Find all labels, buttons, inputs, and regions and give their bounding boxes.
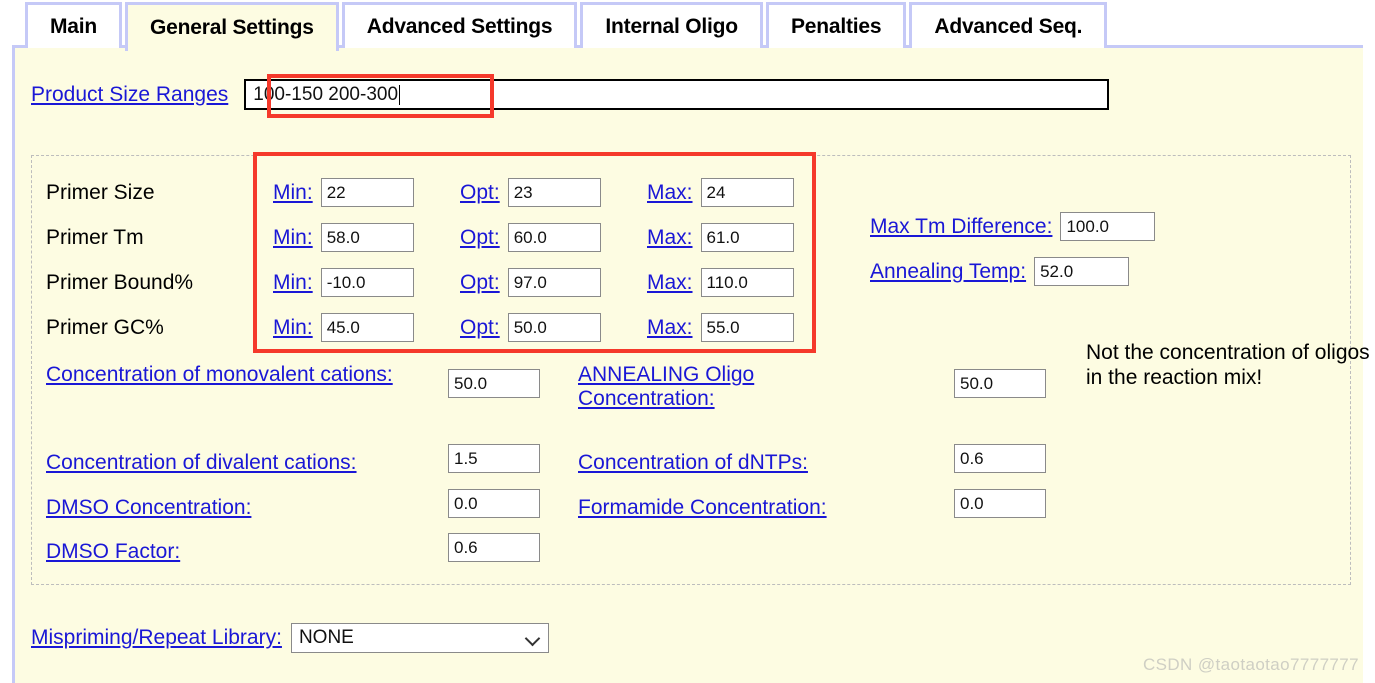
primer-bound-max-cell: Max: 110.0 [647, 268, 834, 297]
tab-advanced-settings-label: Advanced Settings [366, 14, 553, 38]
min-label[interactable]: Min: [273, 316, 313, 340]
tab-main-label: Main [50, 14, 98, 38]
opt-label[interactable]: Opt: [460, 316, 500, 340]
tab-internal-oligo[interactable]: Internal Oligo [580, 2, 763, 48]
mispriming-library-selected-value: NONE [298, 627, 354, 648]
primer-bound-min-cell: Min: -10.0 [273, 268, 460, 297]
dmso-factor-label[interactable]: DMSO Factor: [46, 540, 180, 564]
primer-gc-max-cell: Max: 55.0 [647, 313, 834, 342]
tab-main[interactable]: Main [25, 2, 123, 48]
annealing-temp-row: Annealing Temp: 52.0 [870, 257, 1130, 286]
primer-bound-label: Primer Bound% [46, 270, 194, 294]
formamide-concentration-label[interactable]: Formamide Concentration: [578, 496, 827, 520]
max-tm-difference-row: Max Tm Difference: 100.0 [870, 212, 1156, 241]
primer-size-max-cell: Max: 24 [647, 178, 834, 207]
oligo-concentration-note: Not the concentration of oligos in the r… [1086, 341, 1370, 389]
divalent-cations-input[interactable]: 1.5 [448, 444, 540, 473]
annealing-oligo-concentration-input[interactable]: 50.0 [954, 369, 1046, 398]
max-label[interactable]: Max: [647, 226, 693, 250]
primer-bound-row: Primer Bound% Min: -10.0 Opt: 97.0 Max: [46, 260, 834, 305]
min-label[interactable]: Min: [273, 181, 313, 205]
tab-penalties[interactable]: Penalties [765, 2, 907, 48]
primer-tm-row: Primer Tm Min: 58.0 Opt: 60.0 Max: 61.0 [46, 215, 834, 260]
dmso-factor-input[interactable]: 0.6 [448, 533, 540, 562]
monovalent-cations-label[interactable]: Concentration of monovalent cations: [46, 363, 396, 387]
primer-parameters-fieldset: Primer Size Min: 22 Opt: 23 Max: 24 Prim… [31, 155, 1370, 585]
primer-tm-max-cell: Max: 61.0 [647, 223, 834, 252]
mispriming-library-label[interactable]: Mispriming/Repeat Library: [31, 626, 282, 650]
tab-advanced-seq-label: Advanced Seq. [934, 14, 1083, 38]
opt-label[interactable]: Opt: [460, 271, 500, 295]
primer-gc-opt-cell: Opt: 50.0 [460, 313, 647, 342]
monovalent-cations-input[interactable]: 50.0 [448, 369, 540, 398]
primer-size-min-cell: Min: 22 [273, 178, 460, 207]
primer-bound-opt-input[interactable]: 97.0 [507, 268, 601, 297]
primer-gc-min-cell: Min: 45.0 [273, 313, 460, 342]
min-label[interactable]: Min: [273, 226, 313, 250]
max-label[interactable]: Max: [647, 316, 693, 340]
tab-general-settings-label: General Settings [150, 16, 314, 39]
annealing-oligo-concentration-label[interactable]: ANNEALING Oligo Concentration: [578, 363, 838, 410]
formamide-concentration-input[interactable]: 0.0 [954, 489, 1046, 518]
dmso-concentration-input[interactable]: 0.0 [448, 489, 540, 518]
primer-size-opt-cell: Opt: 23 [460, 178, 647, 207]
primer-tm-max-input[interactable]: 61.0 [700, 223, 794, 252]
primer-gc-min-input[interactable]: 45.0 [320, 313, 414, 342]
primer-gc-max-input[interactable]: 55.0 [700, 313, 794, 342]
primer-size-opt-input[interactable]: 23 [507, 178, 601, 207]
product-size-ranges-input[interactable]: 100-150 200-300 [244, 79, 1110, 110]
primer-bound-max-input[interactable]: 110.0 [700, 268, 794, 297]
chevron-down-icon [526, 631, 540, 645]
opt-label[interactable]: Opt: [460, 181, 500, 205]
primer-tm-opt-cell: Opt: 60.0 [460, 223, 647, 252]
dntps-concentration-label[interactable]: Concentration of dNTPs: [578, 451, 808, 475]
primer-tm-opt-input[interactable]: 60.0 [507, 223, 601, 252]
primer-tm-min-cell: Min: 58.0 [273, 223, 460, 252]
annealing-temp-input[interactable]: 52.0 [1034, 257, 1130, 286]
tab-advanced-seq[interactable]: Advanced Seq. [909, 2, 1108, 48]
max-label[interactable]: Max: [647, 271, 693, 295]
mispriming-library-select[interactable]: NONE [290, 623, 549, 653]
tab-bar: Main General Settings Advanced Settings … [0, 0, 1375, 51]
text-caret [399, 84, 401, 105]
primer-bound-opt-cell: Opt: 97.0 [460, 268, 647, 297]
opt-label[interactable]: Opt: [460, 226, 500, 250]
app-root: Main General Settings Advanced Settings … [0, 0, 1375, 683]
primer-tm-min-input[interactable]: 58.0 [320, 223, 414, 252]
tab-penalties-label: Penalties [790, 14, 882, 38]
primer-size-row: Primer Size Min: 22 Opt: 23 Max: 24 [46, 170, 834, 215]
product-size-ranges-row: Product Size Ranges 100-150 200-300 [31, 79, 1110, 110]
primer-size-max-input[interactable]: 24 [700, 178, 794, 207]
primer-gc-row: Primer GC% Min: 45.0 Opt: 50.0 Max: 55.0 [46, 305, 834, 350]
dntps-concentration-input[interactable]: 0.6 [954, 444, 1046, 473]
primer-parameter-grid: Primer Size Min: 22 Opt: 23 Max: 24 Prim… [46, 170, 834, 350]
max-label[interactable]: Max: [647, 181, 693, 205]
max-tm-difference-label[interactable]: Max Tm Difference: [870, 215, 1052, 239]
primer-size-label: Primer Size [46, 180, 155, 204]
product-size-ranges-label[interactable]: Product Size Ranges [31, 83, 228, 107]
tab-internal-oligo-label: Internal Oligo [605, 14, 738, 38]
divalent-cations-label[interactable]: Concentration of divalent cations: [46, 451, 357, 475]
tab-general-settings[interactable]: General Settings [125, 2, 339, 51]
general-settings-panel: Product Size Ranges 100-150 200-300 Prim… [12, 45, 1370, 683]
annealing-temp-label[interactable]: Annealing Temp: [870, 260, 1026, 284]
primer-size-min-input[interactable]: 22 [320, 178, 414, 207]
primer-tm-label: Primer Tm [46, 225, 144, 249]
product-size-ranges-value: 100-150 200-300 [253, 83, 399, 105]
mispriming-library-row: Mispriming/Repeat Library: NONE [31, 623, 549, 653]
tab-advanced-settings[interactable]: Advanced Settings [341, 2, 578, 48]
max-tm-difference-input[interactable]: 100.0 [1060, 212, 1156, 241]
primer-bound-min-input[interactable]: -10.0 [320, 268, 414, 297]
primer-gc-opt-input[interactable]: 50.0 [507, 313, 601, 342]
watermark: CSDN @taotaotao7777777 [1142, 655, 1359, 674]
primer-gc-label: Primer GC% [46, 315, 164, 339]
dmso-concentration-label[interactable]: DMSO Concentration: [46, 496, 251, 520]
min-label[interactable]: Min: [273, 271, 313, 295]
